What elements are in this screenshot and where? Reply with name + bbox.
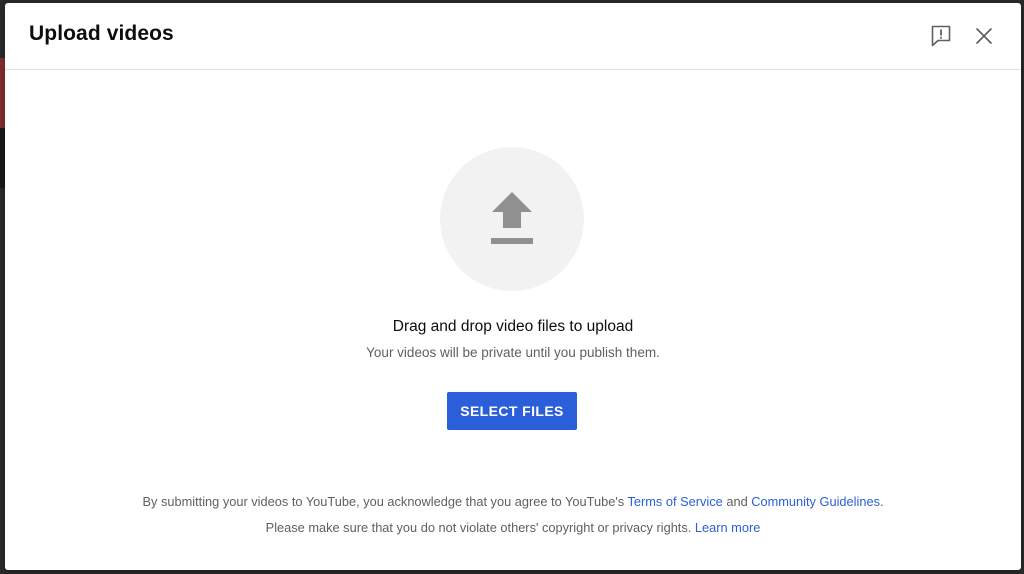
learn-more-link[interactable]: Learn more: [695, 520, 760, 535]
close-icon: [976, 28, 992, 44]
upload-drop-zone[interactable]: [440, 147, 584, 291]
legal-text: and: [722, 494, 752, 509]
upload-dialog: Upload videos Drag and drop video files …: [5, 3, 1021, 570]
upload-arrow-icon: [491, 192, 533, 244]
drag-drop-heading: Drag and drop video files to upload: [392, 318, 634, 335]
legal-text: .: [879, 494, 884, 509]
terms-of-service-link[interactable]: Terms of Service: [627, 494, 722, 509]
legal-text: By submitting your videos to YouTube, yo…: [142, 494, 628, 509]
close-button[interactable]: [969, 21, 999, 51]
dialog-title: Upload videos: [29, 22, 174, 45]
legal-notice-line-1: By submitting your videos to YouTube, yo…: [5, 494, 1021, 509]
legal-text: Please make sure that you do not violate…: [265, 520, 695, 535]
legal-notice-line-2: Please make sure that you do not violate…: [5, 520, 1021, 535]
feedback-button[interactable]: [926, 21, 956, 51]
community-guidelines-link[interactable]: Community Guidelines: [751, 494, 880, 509]
select-files-button[interactable]: SELECT FILES: [447, 392, 577, 430]
privacy-note: Your videos will be private until you pu…: [366, 345, 660, 360]
feedback-icon: [931, 25, 951, 47]
dialog-header: Upload videos: [5, 3, 1021, 70]
